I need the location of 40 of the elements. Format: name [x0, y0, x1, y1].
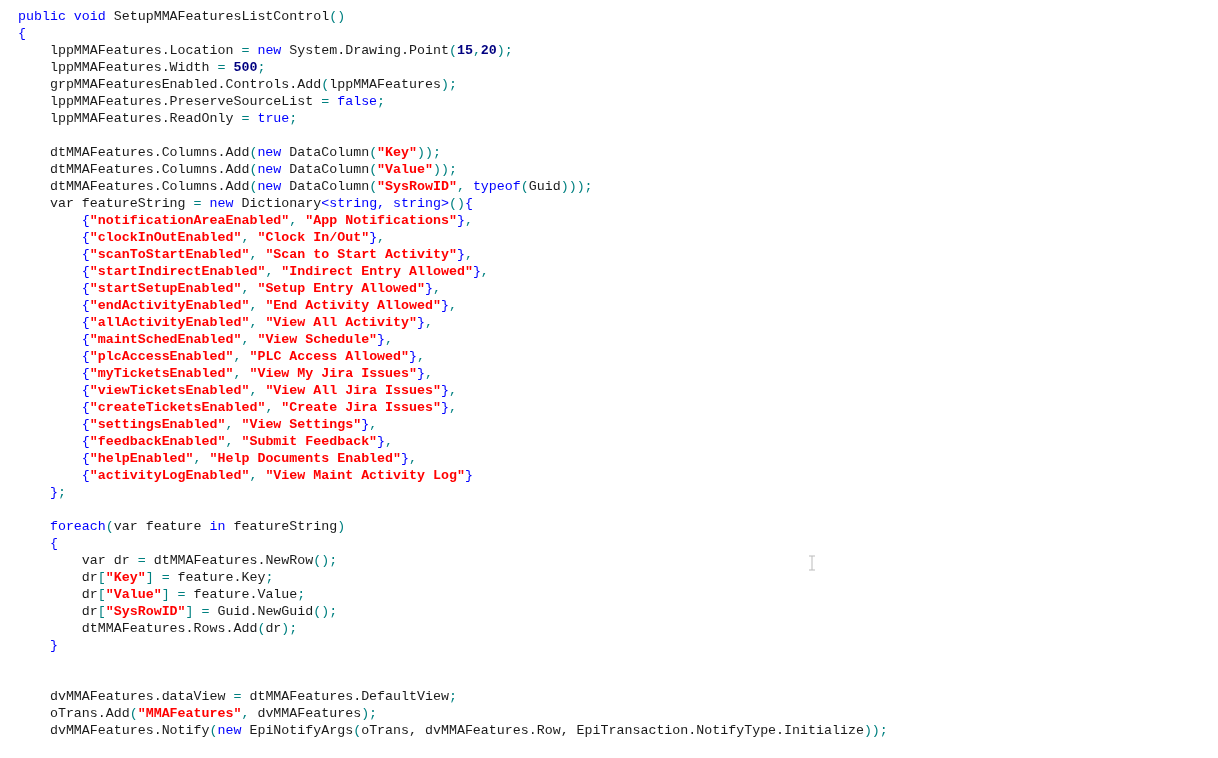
code-line: {"activityLogEnabled", "View Maint Activity Log"}	[80, 467, 473, 484]
code-line: foreach(var feature in featureString)	[48, 518, 346, 535]
code-line: {"settingsEnabled", "View Settings"},	[80, 416, 378, 433]
code-line: {"clockInOutEnabled", "Clock In/Out"},	[80, 229, 386, 246]
code-line: dtMMAFeatures.Columns.Add(new DataColumn("Key"));	[48, 144, 441, 161]
code-line: {"startSetupEnabled", "Setup Entry Allowed"},	[80, 280, 441, 297]
code-line: {"createTicketsEnabled", "Create Jira Issues"},	[80, 399, 457, 416]
code-line: }	[48, 637, 58, 654]
code-line: dr["Key"] = feature.Key;	[80, 569, 274, 586]
code-line: };	[48, 484, 66, 501]
code-line: {"helpEnabled", "Help Documents Enabled"},	[80, 450, 417, 467]
code-line: dr["SysRowID"] = Guid.NewGuid();	[80, 603, 338, 620]
code-line: public void SetupMMAFeaturesListControl()	[18, 8, 346, 25]
text-cursor-icon	[808, 555, 816, 571]
code-line: var dr = dtMMAFeatures.NewRow();	[80, 552, 338, 569]
code-line: lppMMAFeatures.Location = new System.Drawing.Point(15,20);	[48, 42, 513, 59]
code-line: dtMMAFeatures.Columns.Add(new DataColumn("SysRowID", typeof(Guid)));	[48, 178, 593, 195]
code-line: {"scanToStartEnabled", "Scan to Start Activity"},	[80, 246, 473, 263]
code-line: dvMMAFeatures.Notify(new EpiNotifyArgs(oTrans, dvMMAFeatures.Row, EpiTransaction.NotifyType.Initialize));	[48, 722, 888, 739]
code-line: {"startIndirectEnabled", "Indirect Entry Allowed"},	[80, 263, 489, 280]
code-line: lppMMAFeatures.PreserveSourceList = false;	[48, 93, 386, 110]
code-line: {"maintSchedEnabled", "View Schedule"},	[80, 331, 394, 348]
code-line: lppMMAFeatures.Width = 500;	[48, 59, 266, 76]
code-line: grpMMAFeaturesEnabled.Controls.Add(lppMMAFeatures);	[48, 76, 457, 93]
code-line: {"viewTicketsEnabled", "View All Jira Issues"},	[80, 382, 457, 399]
code-line: {"endActivityEnabled", "End Activity Allowed"},	[80, 297, 457, 314]
code-line: {"allActivityEnabled", "View All Activity"},	[80, 314, 433, 331]
code-line: dtMMAFeatures.Columns.Add(new DataColumn("Value"));	[48, 161, 457, 178]
code-line: dr["Value"] = feature.Value;	[80, 586, 306, 603]
code-line: {"feedbackEnabled", "Submit Feedback"},	[80, 433, 394, 450]
code-line: var featureString = new Dictionary<string, string>(){	[48, 195, 473, 212]
code-line: dvMMAFeatures.dataView = dtMMAFeatures.DefaultView;	[48, 688, 457, 705]
code-line: {	[48, 535, 58, 552]
code-line: oTrans.Add("MMAFeatures", dvMMAFeatures);	[48, 705, 378, 722]
code-line: dtMMAFeatures.Rows.Add(dr);	[80, 620, 298, 637]
code-line: {"notificationAreaEnabled", "App Notifications"},	[80, 212, 473, 229]
code-line: {	[18, 25, 26, 42]
code-line: {"myTicketsEnabled", "View My Jira Issues"},	[80, 365, 433, 382]
code-line: {"plcAccessEnabled", "PLC Access Allowed"},	[80, 348, 425, 365]
code-line: lppMMAFeatures.ReadOnly = true;	[48, 110, 298, 127]
